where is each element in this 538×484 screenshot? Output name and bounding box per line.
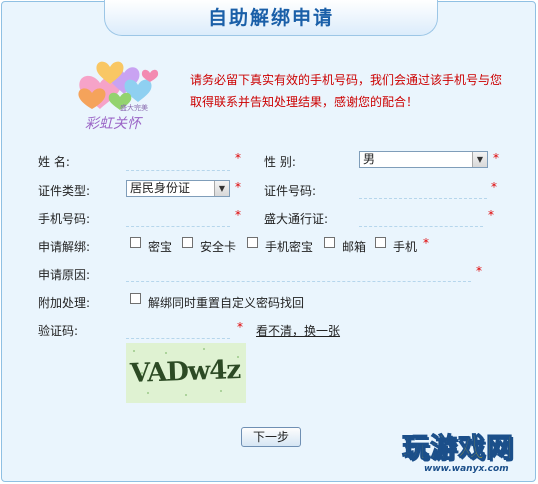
chevron-down-icon[interactable]: ▼: [214, 181, 229, 196]
chevron-down-icon[interactable]: ▼: [472, 152, 487, 167]
reason-label: 申请原因:: [38, 268, 91, 282]
required-mark: *: [235, 208, 241, 222]
required-mark: *: [235, 151, 241, 165]
id-type-value: 居民身份证: [130, 181, 191, 195]
id-number-label: 证件号码:: [264, 184, 317, 198]
required-mark: *: [235, 180, 241, 194]
next-step-button[interactable]: 下一步: [241, 427, 301, 447]
required-mark: *: [493, 151, 499, 165]
name-input[interactable]: [126, 170, 230, 171]
page-title: 自助解绑申请: [104, 0, 438, 36]
watermark-url: www.wanyx.com: [424, 464, 509, 474]
checkbox-mobile-mibao[interactable]: [247, 237, 258, 248]
captcha-label: 验证码:: [38, 324, 79, 338]
option-email-label: 邮箱: [342, 240, 367, 254]
option-mobile-mibao-label: 手机密宝: [265, 240, 314, 254]
phone-input[interactable]: [126, 226, 230, 227]
required-mark: *: [488, 208, 494, 222]
notice-text: 请务必留下真实有效的手机号码，我们会通过该手机号与您 取得联系并告知处理结果，感…: [190, 69, 515, 113]
required-mark: *: [476, 264, 482, 278]
watermark-logo-text: 玩游戏网: [402, 433, 514, 465]
option-security-card-label: 安全卡: [200, 240, 237, 254]
phone-label: 手机号码:: [38, 212, 91, 226]
notice-line-1: 请务必留下真实有效的手机号码，我们会通过该手机号与您: [190, 73, 503, 87]
required-mark: *: [423, 236, 429, 250]
checkbox-email[interactable]: [324, 237, 335, 248]
captcha-input[interactable]: [126, 338, 230, 339]
checkbox-security-card[interactable]: [182, 237, 193, 248]
gender-value: 男: [363, 152, 376, 166]
logo-name: 彩虹关怀: [85, 116, 141, 132]
checkbox-phone[interactable]: [375, 237, 386, 248]
option-phone-label: 手机: [393, 240, 418, 254]
checkbox-reset-password[interactable]: [130, 293, 141, 304]
checkbox-mibao[interactable]: [130, 237, 141, 248]
pass-input[interactable]: [359, 226, 483, 227]
captcha-text: VADw4z: [129, 355, 241, 389]
extra-label: 附加处理:: [38, 296, 91, 310]
id-type-select[interactable]: 居民身份证 ▼: [126, 180, 230, 197]
notice-line-2: 取得联系并告知处理结果，感谢您的配合！: [190, 95, 419, 109]
refresh-captcha-link[interactable]: 看不清，换一张: [256, 322, 340, 339]
reset-password-label: 解绑同时重置自定义密码找回: [148, 296, 305, 310]
id-type-label: 证件类型:: [38, 184, 91, 198]
site-watermark: 玩游戏网 www.wanyx.com: [396, 420, 526, 480]
gender-label: 性 别:: [264, 155, 296, 169]
name-label: 姓 名:: [38, 155, 70, 169]
rainbow-care-logo: 盛大完美 彩虹关怀: [70, 45, 165, 135]
id-number-input[interactable]: [359, 198, 487, 199]
captcha-image: VADw4z: [126, 343, 246, 403]
required-mark: *: [237, 320, 243, 334]
unbind-label: 申请解绑:: [38, 240, 91, 254]
reason-input[interactable]: [126, 281, 471, 282]
gender-select[interactable]: 男 ▼: [359, 151, 488, 168]
pass-label: 盛大通行证:: [264, 212, 329, 226]
option-mibao-label: 密宝: [148, 240, 173, 254]
logo-subtitle: 盛大完美: [120, 104, 148, 112]
required-mark: *: [491, 180, 497, 194]
